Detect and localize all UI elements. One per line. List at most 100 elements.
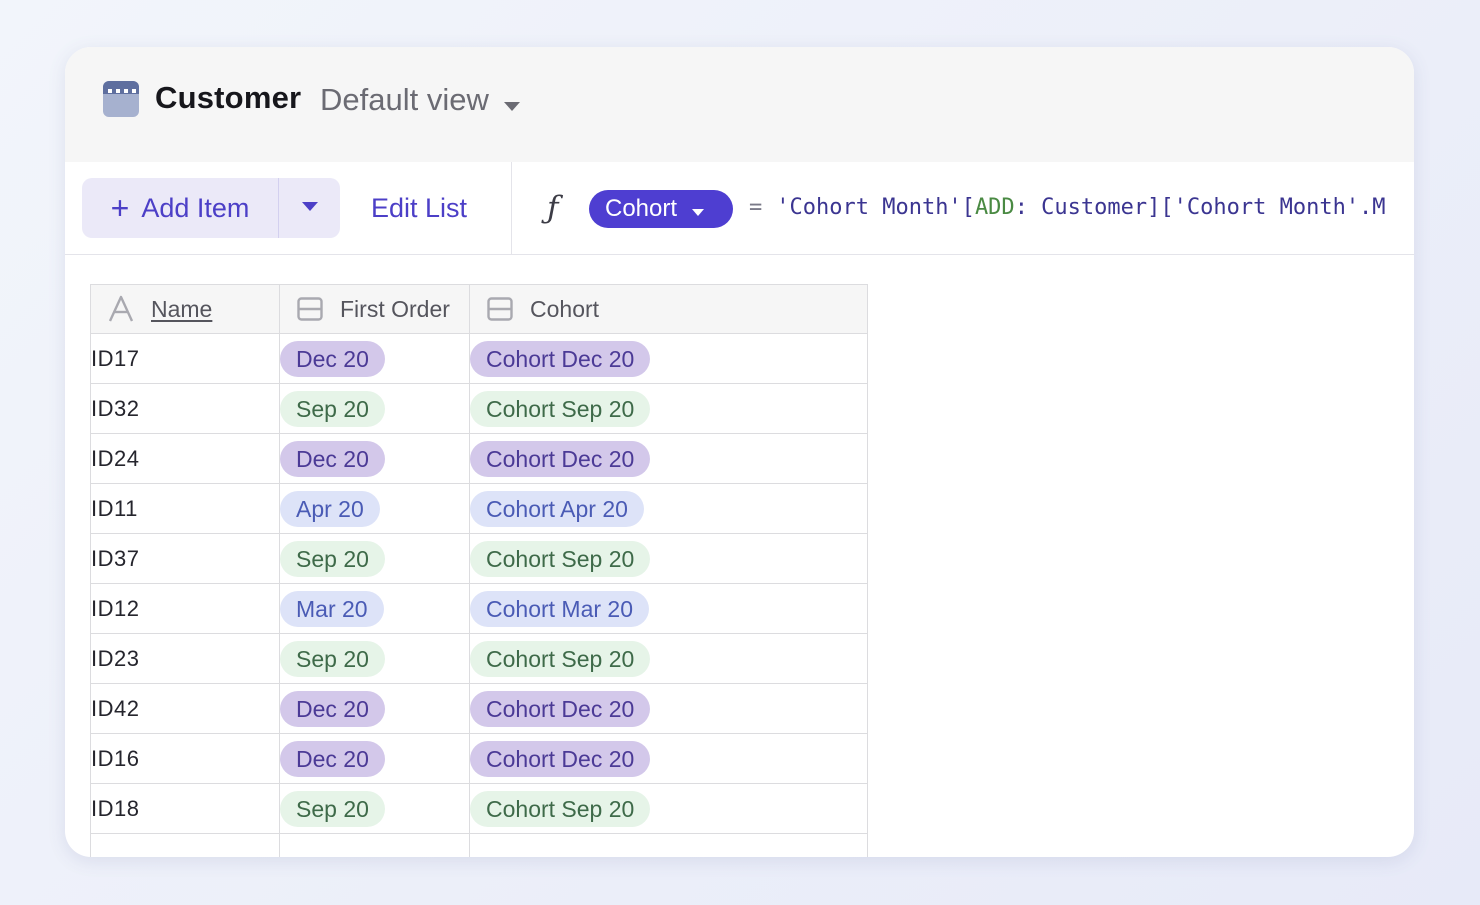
page-title: Customer (155, 80, 302, 115)
cohort-tag: Cohort Dec 20 (470, 440, 651, 477)
name-cell[interactable]: ID37 (90, 533, 280, 584)
plus-icon: + (110, 190, 130, 226)
cohort-cell[interactable]: Cohort Mar 20 (469, 583, 868, 634)
name-cell[interactable]: ID24 (90, 433, 280, 484)
name-cell[interactable]: ID16 (90, 733, 280, 784)
column-header-cohort[interactable]: Cohort (469, 284, 868, 334)
table-row[interactable]: ID23 Sep 20 Cohort Sep 20 (90, 633, 868, 684)
cohort-cell[interactable]: Cohort Sep 20 (469, 783, 868, 834)
page-header: Customer Default view (65, 47, 1414, 162)
view-selector-label: Default view (320, 82, 489, 117)
cohort-tag: Cohort Dec 20 (470, 740, 651, 777)
cohort-cell[interactable]: Cohort Dec 20 (469, 683, 868, 734)
table-row[interactable]: ID11 Apr 20 Cohort Apr 20 (90, 483, 868, 534)
formula-column-selector[interactable]: Cohort (589, 190, 733, 228)
first-order-cell[interactable]: Mar 20 (279, 583, 470, 634)
name-cell[interactable]: ID12 (90, 583, 280, 634)
add-item-dropdown-button[interactable] (279, 178, 340, 238)
function-icon: ƒ (547, 190, 559, 226)
first-order-tag: Mar 20 (280, 590, 384, 627)
first-order-tag: Dec 20 (280, 690, 385, 727)
table-row[interactable]: ID17 Dec 20 Cohort Dec 20 (90, 333, 868, 384)
column-header-label: First Order (340, 295, 450, 322)
cohort-tag: Cohort Dec 20 (470, 690, 651, 727)
add-item-group: + Add Item (82, 178, 340, 238)
column-header-label: Cohort (530, 295, 600, 322)
name-cell[interactable]: ID17 (90, 333, 280, 384)
table-row-partial (90, 833, 868, 857)
formula-function: ADD (974, 195, 1015, 220)
first-order-cell[interactable]: Sep 20 (279, 533, 470, 584)
table-cell (90, 833, 280, 857)
first-order-cell[interactable]: Apr 20 (279, 483, 470, 534)
first-order-tag: Sep 20 (280, 790, 385, 827)
table-container: Name First Order Cohort ID17 Dec 20 Coho… (90, 284, 868, 857)
name-cell[interactable]: ID18 (90, 783, 280, 834)
first-order-tag: Sep 20 (280, 640, 385, 677)
table-row[interactable]: ID42 Dec 20 Cohort Dec 20 (90, 683, 868, 734)
name-cell[interactable]: ID11 (90, 483, 280, 534)
cohort-cell[interactable]: Cohort Sep 20 (469, 533, 868, 584)
caret-down-icon (691, 196, 705, 224)
toolbar: + Add Item Edit List ƒ Cohort = 'Cohort M… (65, 162, 1414, 255)
cohort-tag: Cohort Sep 20 (470, 790, 651, 827)
add-item-label: Add Item (141, 192, 250, 223)
cohort-tag: Cohort Sep 20 (470, 390, 651, 427)
cohort-cell[interactable]: Cohort Dec 20 (469, 333, 868, 384)
first-order-tag: Dec 20 (280, 340, 385, 377)
first-order-tag: Sep 20 (280, 390, 385, 427)
formula-part-1: 'Cohort Month'[ (776, 195, 975, 220)
table-header-row: Name First Order Cohort (90, 284, 868, 334)
add-item-button[interactable]: + Add Item (82, 178, 278, 238)
cohort-tag: Cohort Sep 20 (470, 640, 651, 677)
table-row[interactable]: ID37 Sep 20 Cohort Sep 20 (90, 533, 868, 584)
first-order-cell[interactable]: Sep 20 (279, 633, 470, 684)
column-header-name[interactable]: Name (90, 284, 280, 334)
first-order-cell[interactable]: Sep 20 (279, 383, 470, 434)
first-order-cell[interactable]: Dec 20 (279, 433, 470, 484)
table-row[interactable]: ID24 Dec 20 Cohort Dec 20 (90, 433, 868, 484)
name-cell[interactable]: ID42 (90, 683, 280, 734)
cohort-cell[interactable]: Cohort Dec 20 (469, 433, 868, 484)
cohort-tag: Cohort Apr 20 (470, 490, 644, 527)
first-order-cell[interactable]: Dec 20 (279, 733, 470, 784)
table-cell (469, 833, 868, 857)
app-window: Customer Default view + Add Item Edit Li… (65, 47, 1414, 857)
first-order-cell[interactable]: Sep 20 (279, 783, 470, 834)
view-selector[interactable]: Default view (320, 80, 521, 120)
text-column-icon (107, 295, 135, 323)
first-order-tag: Apr 20 (280, 490, 380, 527)
cohort-tag: Cohort Sep 20 (470, 540, 651, 577)
cohort-cell[interactable]: Cohort Dec 20 (469, 733, 868, 784)
first-order-tag: Dec 20 (280, 440, 385, 477)
table-cell (279, 833, 470, 857)
edit-list-button[interactable]: Edit List (371, 193, 467, 224)
column-header-first-order[interactable]: First Order (279, 284, 470, 334)
formula-expression[interactable]: = 'Cohort Month'[ADD: Customer]['Cohort M… (749, 195, 1414, 220)
caret-down-icon (301, 199, 319, 217)
choice-column-icon (296, 295, 324, 323)
formula-column-label: Cohort (605, 195, 678, 222)
cohort-cell[interactable]: Cohort Sep 20 (469, 383, 868, 434)
cohort-cell[interactable]: Cohort Apr 20 (469, 483, 868, 534)
table-row[interactable]: ID12 Mar 20 Cohort Mar 20 (90, 583, 868, 634)
database-icon (103, 81, 139, 122)
table-row[interactable]: ID32 Sep 20 Cohort Sep 20 (90, 383, 868, 434)
choice-column-icon (486, 295, 514, 323)
first-order-tag: Sep 20 (280, 540, 385, 577)
data-table: Name First Order Cohort ID17 Dec 20 Coho… (90, 284, 868, 857)
caret-down-icon (503, 84, 521, 120)
first-order-tag: Dec 20 (280, 740, 385, 777)
first-order-cell[interactable]: Dec 20 (279, 333, 470, 384)
cohort-cell[interactable]: Cohort Sep 20 (469, 633, 868, 684)
table-row[interactable]: ID16 Dec 20 Cohort Dec 20 (90, 733, 868, 784)
column-header-label: Name (151, 295, 213, 322)
table-row[interactable]: ID18 Sep 20 Cohort Sep 20 (90, 783, 868, 834)
name-cell[interactable]: ID32 (90, 383, 280, 434)
table-body: ID17 Dec 20 Cohort Dec 20 ID32 Sep 20 Cohort … (90, 333, 868, 857)
name-cell[interactable]: ID23 (90, 633, 280, 684)
first-order-cell[interactable]: Dec 20 (279, 683, 470, 734)
cohort-tag: Cohort Mar 20 (470, 590, 650, 627)
toolbar-divider (511, 162, 512, 254)
formula-part-2: : Customer]['Cohort Month'.M (1014, 195, 1386, 220)
